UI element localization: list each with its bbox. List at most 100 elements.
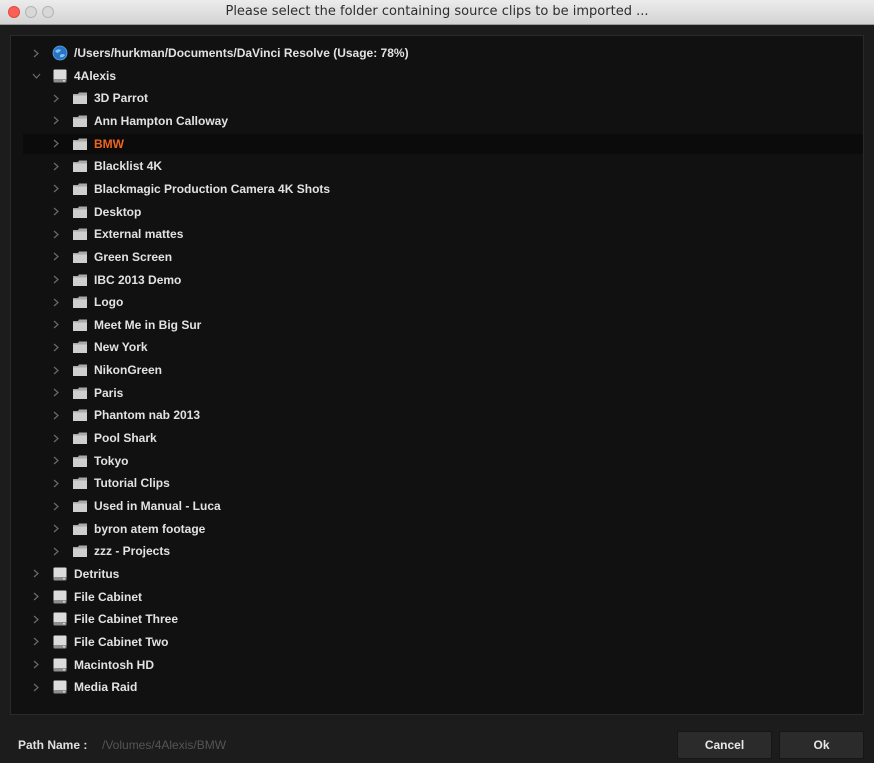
chevron-right-icon[interactable] [51, 156, 61, 176]
drive-icon [52, 634, 68, 650]
chevron-right-icon[interactable] [51, 179, 61, 199]
chevron-right-icon[interactable] [31, 43, 41, 63]
tree-row[interactable]: Ann Hampton Calloway [23, 111, 863, 131]
tree-row[interactable]: File Cabinet Three [23, 609, 863, 629]
drive-icon [52, 589, 68, 605]
folder-icon [72, 317, 88, 333]
chevron-right-icon[interactable] [51, 405, 61, 425]
chevron-right-icon[interactable] [51, 360, 61, 380]
tree-row[interactable]: Blacklist 4K [23, 156, 863, 176]
tree-row[interactable]: Paris [23, 383, 863, 403]
tree-row[interactable]: Green Screen [23, 247, 863, 267]
tree-row-label: Desktop [94, 204, 142, 219]
folder-icon [72, 430, 88, 446]
tree-row-label: 3D Parrot [94, 91, 149, 106]
tree-row[interactable]: /Users/hurkman/Documents/DaVinci Resolve… [23, 43, 863, 63]
tree-row[interactable]: Used in Manual - Luca [23, 496, 863, 516]
folder-icon [72, 453, 88, 469]
chevron-right-icon[interactable] [51, 247, 61, 267]
drive-icon [52, 679, 68, 695]
tree-row[interactable]: Detritus [23, 564, 863, 584]
chevron-right-icon[interactable] [31, 677, 41, 697]
chevron-right-icon[interactable] [51, 519, 61, 539]
tree-row[interactable]: 4Alexis [23, 66, 863, 86]
tree-row[interactable]: Blackmagic Production Camera 4K Shots [23, 179, 863, 199]
chevron-right-icon[interactable] [31, 587, 41, 607]
chevron-right-icon[interactable] [51, 224, 61, 244]
chevron-right-icon[interactable] [51, 383, 61, 403]
tree-row[interactable]: NikonGreen [23, 360, 863, 380]
chevron-right-icon[interactable] [51, 496, 61, 516]
tree-row[interactable]: Pool Shark [23, 428, 863, 448]
tree-row-label: New York [94, 340, 148, 355]
folder-icon [72, 385, 88, 401]
tree-row-label: File Cabinet Two [74, 634, 169, 649]
title-bar: Please select the folder containing sour… [0, 0, 874, 25]
folder-icon [72, 181, 88, 197]
path-name-field[interactable] [102, 738, 502, 752]
folder-tree[interactable]: /Users/hurkman/Documents/DaVinci Resolve… [10, 35, 864, 715]
tree-row-label: BMW [94, 136, 124, 151]
tree-row-label: File Cabinet [74, 589, 143, 604]
chevron-down-icon[interactable] [31, 66, 41, 86]
tree-row-label: zzz - Projects [94, 544, 171, 559]
drive-icon [52, 611, 68, 627]
tree-row[interactable]: Macintosh HD [23, 655, 863, 675]
folder-icon [72, 249, 88, 265]
tree-row[interactable]: Desktop [23, 202, 863, 222]
chevron-right-icon[interactable] [31, 609, 41, 629]
tree-row[interactable]: New York [23, 337, 863, 357]
tree-row-label: Used in Manual - Luca [94, 499, 221, 513]
tree-row[interactable]: Tokyo [23, 451, 863, 471]
tree-row[interactable]: Meet Me in Big Sur [23, 315, 863, 335]
chevron-right-icon[interactable] [51, 337, 61, 357]
ok-button[interactable]: Ok [779, 731, 864, 759]
cancel-button[interactable]: Cancel [677, 731, 772, 759]
chevron-right-icon[interactable] [31, 632, 41, 652]
tree-row[interactable]: byron atem footage [23, 519, 863, 539]
chevron-right-icon[interactable] [51, 111, 61, 131]
folder-icon [72, 90, 88, 106]
tree-row-label: Paris [94, 385, 124, 400]
chevron-right-icon[interactable] [31, 564, 41, 584]
tree-row[interactable]: IBC 2013 Demo [23, 270, 863, 290]
tree-row[interactable]: File Cabinet [23, 587, 863, 607]
chevron-right-icon[interactable] [51, 292, 61, 312]
drive-icon [52, 566, 68, 582]
tree-row-label: Blacklist 4K [94, 159, 163, 174]
chevron-right-icon[interactable] [51, 134, 61, 154]
tree-row[interactable]: Phantom nab 2013 [23, 405, 863, 425]
tree-row[interactable]: BMW [23, 133, 863, 154]
tree-row[interactable]: Logo [23, 292, 863, 312]
chevron-right-icon[interactable] [51, 315, 61, 335]
chevron-right-icon[interactable] [51, 270, 61, 290]
tree-row-label: /Users/hurkman/Documents/DaVinci Resolve… [74, 46, 409, 60]
chevron-right-icon[interactable] [51, 541, 61, 561]
tree-row[interactable]: Media Raid [23, 677, 863, 697]
tree-row[interactable]: External mattes [23, 224, 863, 244]
chevron-right-icon[interactable] [51, 88, 61, 108]
tree-row-label: Detritus [74, 566, 120, 581]
tree-row[interactable]: zzz - Projects [23, 541, 863, 561]
folder-icon [72, 521, 88, 537]
footer-bar: Path Name : Cancel Ok [0, 729, 874, 763]
tree-row-label: byron atem footage [94, 521, 206, 536]
tree-row[interactable]: Tutorial Clips [23, 473, 863, 493]
window-title: Please select the folder containing sour… [225, 4, 649, 19]
tree-row-label: Ann Hampton Calloway [94, 113, 229, 128]
tree-row[interactable]: 3D Parrot [23, 88, 863, 108]
folder-icon [72, 272, 88, 288]
drive-icon [52, 657, 68, 673]
tree-row[interactable]: File Cabinet Two [23, 632, 863, 652]
tree-row-label: File Cabinet Three [74, 612, 179, 627]
chevron-right-icon[interactable] [51, 428, 61, 448]
tree-row-label: Tutorial Clips [94, 476, 170, 491]
chevron-right-icon[interactable] [51, 473, 61, 493]
chevron-right-icon[interactable] [31, 655, 41, 675]
tree-row-label: Pool Shark [94, 431, 157, 446]
tree-row-label: Logo [94, 295, 124, 310]
chevron-right-icon[interactable] [51, 451, 61, 471]
tree-row-label: Meet Me in Big Sur [94, 317, 202, 332]
chevron-right-icon[interactable] [51, 202, 61, 222]
tree-row-label: NikonGreen [94, 363, 163, 378]
